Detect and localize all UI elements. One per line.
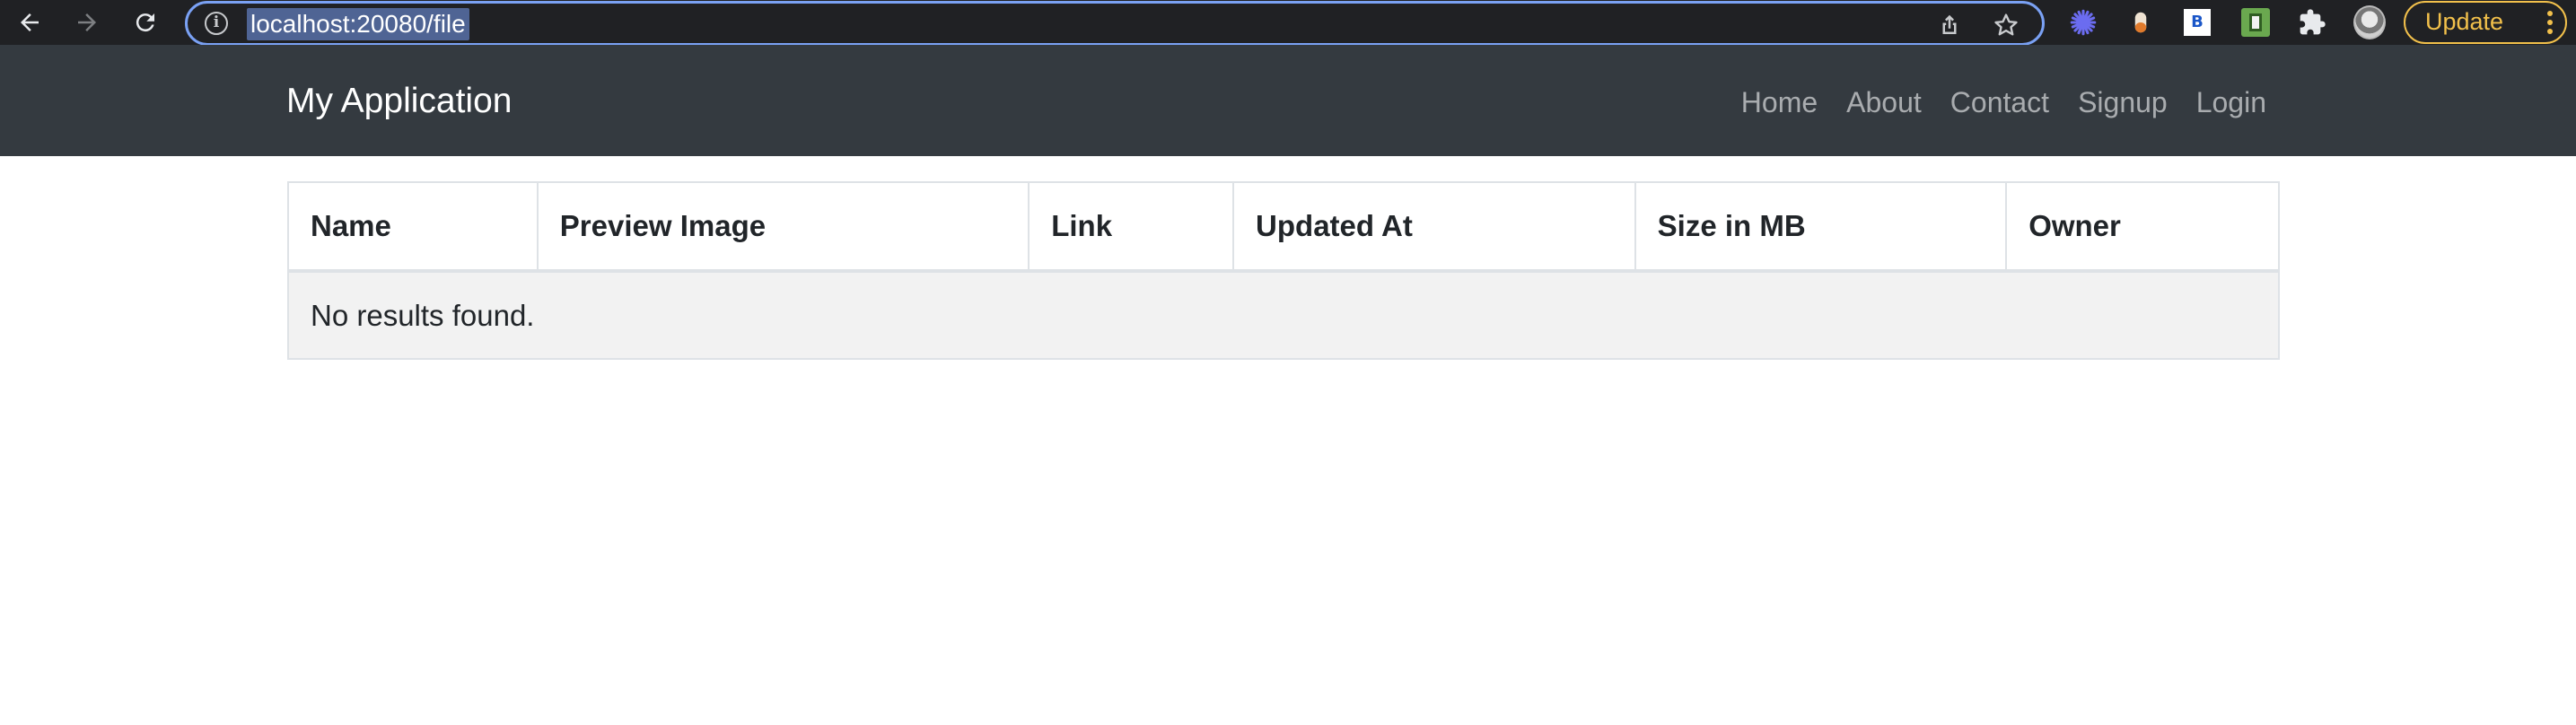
asterisk-extension-icon — [2070, 9, 2097, 36]
column-header-owner: Owner — [2005, 181, 2280, 273]
table-row: No results found. — [287, 270, 2280, 360]
back-button[interactable] — [13, 5, 47, 39]
nav-link-login[interactable]: Login — [2196, 84, 2266, 120]
files-table: Name Preview Image Link Updated At Size … — [287, 181, 2280, 360]
nav-links: Home About Contact Signup Login — [1713, 84, 2266, 120]
column-header-name: Name — [287, 181, 539, 273]
reload-icon — [136, 13, 154, 32]
navbar-brand[interactable]: My Application — [286, 81, 512, 122]
nav-link-home[interactable]: Home — [1741, 84, 1818, 120]
star-icon[interactable] — [1992, 11, 2020, 39]
column-header-link: Link — [1028, 181, 1235, 273]
nav-link-contact[interactable]: Contact — [1950, 84, 2049, 120]
forward-arrow-icon — [78, 13, 96, 31]
nav-link-signup[interactable]: Signup — [2078, 84, 2168, 120]
extension-icon[interactable]: B — [2181, 6, 2213, 39]
column-header-preview-image: Preview Image — [536, 181, 1030, 273]
column-header-size-in-mb: Size in MB — [1634, 181, 2008, 273]
profile-avatar — [2353, 5, 2386, 39]
update-label: Update — [2425, 8, 2504, 35]
info-icon[interactable]: i — [205, 12, 228, 35]
share-icon[interactable] — [1936, 12, 1963, 39]
extensions-button[interactable] — [2296, 6, 2328, 39]
reload-button[interactable] — [128, 5, 162, 39]
b-extension-icon: B — [2184, 9, 2211, 36]
capsule-extension-icon — [2134, 12, 2147, 33]
url-text[interactable]: localhost:20080/file — [247, 8, 469, 40]
extension-icon[interactable] — [2125, 6, 2157, 39]
nav-link-about[interactable]: About — [1846, 84, 1922, 120]
back-arrow-icon — [21, 13, 39, 31]
green-extension-icon — [2241, 8, 2270, 37]
extension-icon[interactable] — [2239, 6, 2272, 39]
extension-icon[interactable] — [2067, 6, 2099, 39]
profile-button[interactable] — [2353, 5, 2386, 39]
address-bar[interactable]: i localhost:20080/file — [185, 1, 2045, 46]
forward-button[interactable] — [70, 5, 104, 39]
browser-toolbar: i localhost:20080/file B Update — [0, 0, 2576, 46]
column-header-updated-at: Updated At — [1232, 181, 1636, 273]
empty-results-message: No results found. — [287, 270, 2280, 360]
table-header-row: Name Preview Image Link Updated At Size … — [287, 181, 2280, 273]
app-navbar: My Application Home About Contact Signup… — [0, 45, 2576, 156]
puzzle-icon — [2300, 9, 2326, 35]
update-button[interactable]: Update — [2404, 1, 2567, 44]
more-vert-icon[interactable] — [2547, 11, 2553, 34]
